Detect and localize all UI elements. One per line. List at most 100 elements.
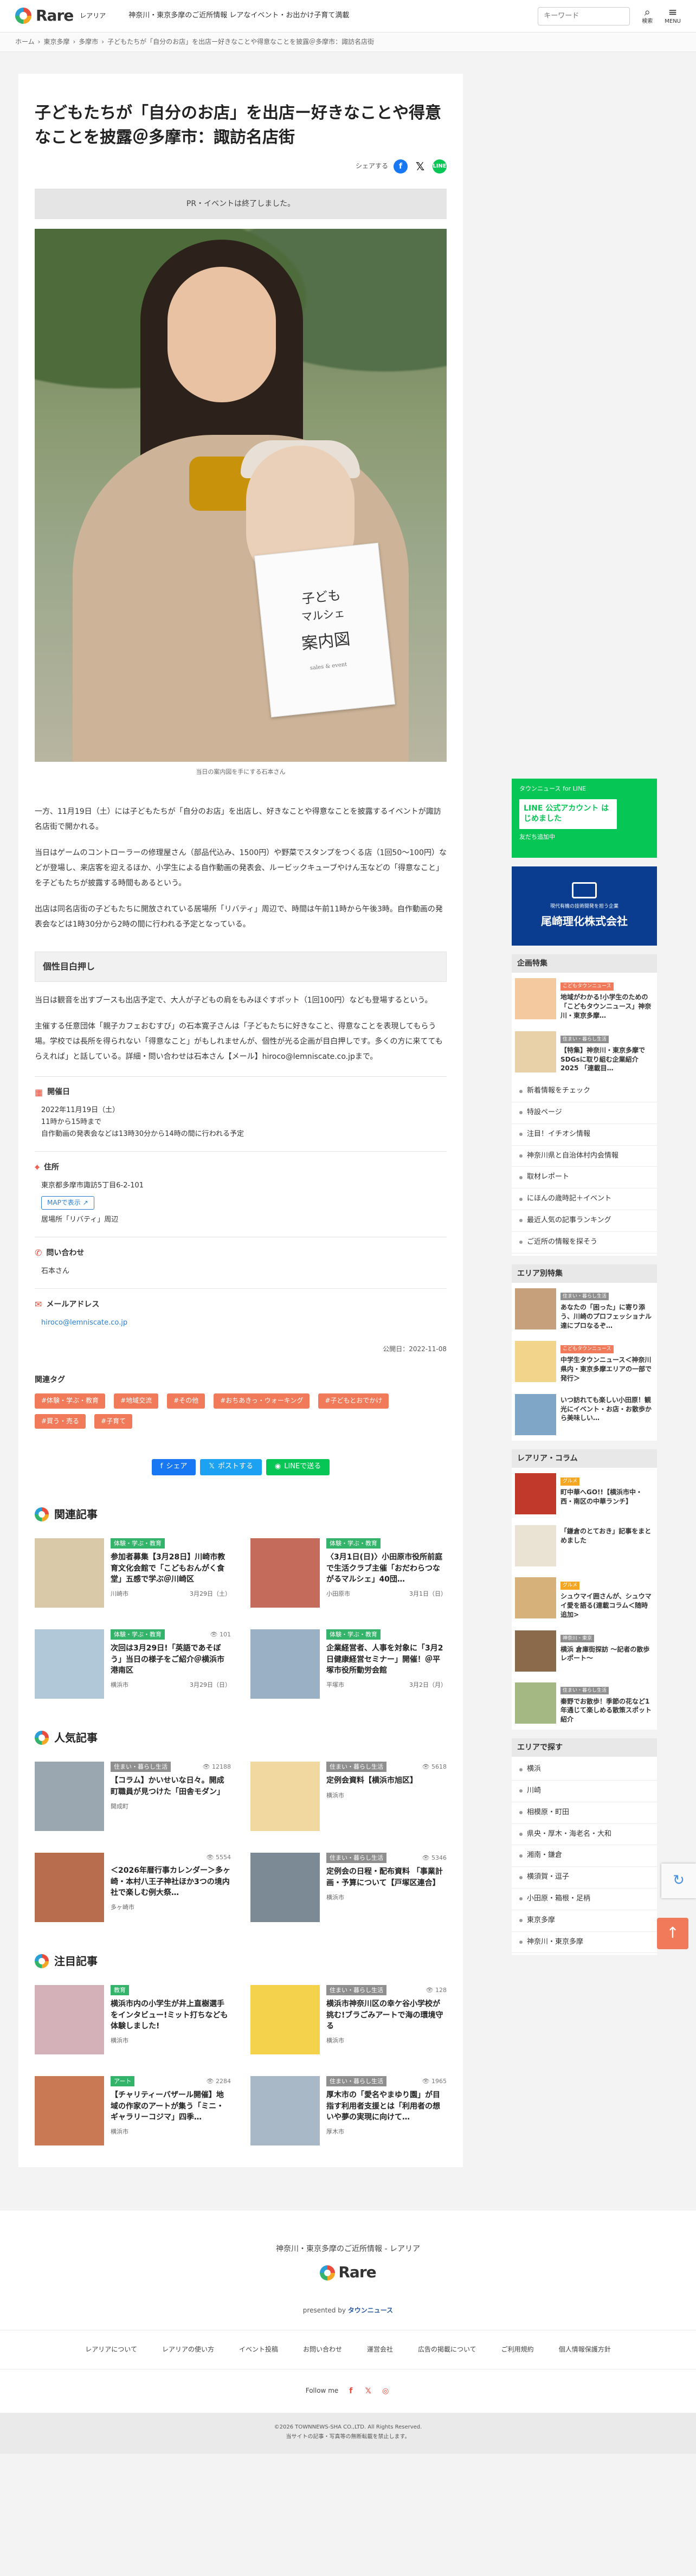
instagram-icon[interactable]: ◎ — [381, 2386, 390, 2396]
sidebar-column-item[interactable]: グルメ 町中華へGO!!【横浜市中・西・南区の中華ランチ】 — [512, 1468, 657, 1520]
sidebar-area-link[interactable]: 小田原・箱根・足柄 — [512, 1888, 657, 1910]
sidebar-area-feature-item-body: こどもタウンニュース 中学生タウンニュース＜神奈川県内・東京多摩エリアの一部で発行… — [560, 1341, 654, 1383]
sidebar-column-item[interactable]: 神奈川・東京 横浜 倉庫街探訪 ～記者の散歩レポート～ — [512, 1625, 657, 1677]
share-label: シェアする — [355, 162, 388, 170]
sidebar-area-feature-item-title: 中学生タウンニュース＜神奈川県内・東京多摩エリアの一部で発行＞ — [560, 1356, 652, 1382]
tag[interactable]: #体験・学ぶ・教育 — [35, 1393, 106, 1409]
related-card[interactable]: 体験・学ぶ・教育 👁 101 次回は3月29日!「英語であそぼう」当日の様子をご紹介… — [35, 1629, 231, 1699]
breadcrumb-tokyo-tama[interactable]: 東京多摩 — [43, 37, 69, 47]
footer-nav-link[interactable]: イベント投稿 — [239, 2344, 278, 2355]
line-send-button[interactable]: ◉ LINEで送る — [266, 1459, 330, 1475]
sidebar-area-link[interactable]: 東京多摩 — [512, 1910, 657, 1932]
external-link-icon: ↗ — [82, 1199, 88, 1207]
sidebar-area-link[interactable]: 相模原・町田 — [512, 1802, 657, 1824]
sidebar-link[interactable]: 新着情報をチェック — [512, 1081, 657, 1102]
footer-nav-link[interactable]: レアリアの使い方 — [162, 2344, 214, 2355]
footer-nav-link[interactable]: 個人情報保護方針 — [559, 2344, 611, 2355]
sidebar-feature-item[interactable]: こどもタウンニュース 地域がわかる!小学生のための「こどもタウンニュース」神奈川・… — [512, 973, 657, 1025]
sidebar-area-link[interactable]: 横浜 — [512, 1759, 657, 1781]
x-icon[interactable]: 𝕏 — [363, 2386, 373, 2396]
sidebar-link[interactable]: にほんの歳時記＋イベント — [512, 1189, 657, 1210]
sidebar-link[interactable]: 注目！イチオシ情報 — [512, 1124, 657, 1146]
tag[interactable]: #子どもとおでかけ — [318, 1393, 389, 1409]
footer-nav-link[interactable]: レアリアについて — [85, 2344, 137, 2355]
footer-logo[interactable]: Rare — [0, 2260, 696, 2285]
sidebar-area-feature-item[interactable]: こどもタウンニュース 中学生タウンニュース＜神奈川県内・東京多摩エリアの一部で発行… — [512, 1335, 657, 1388]
featured-thumbnail — [250, 1984, 320, 2054]
tag[interactable]: #地域交流 — [114, 1393, 159, 1409]
popular-card[interactable]: 住まい・暮らし生活 👁 5618 定例会資料【横浜市旭区】 横浜市 — [250, 1761, 447, 1831]
sidebar-area-link[interactable]: 神奈川・東京多摩 — [512, 1932, 657, 1954]
view-count: 👁 2284 — [206, 2077, 231, 2085]
featured-card[interactable]: 住まい・暮らし生活 👁 1965 厚木市の「愛名やまゆり園」が目指す利用者支援とは「… — [250, 2076, 447, 2145]
x-share-icon[interactable]: 𝕏 — [413, 159, 427, 174]
sidebar-area-feature-item[interactable]: いつ訪れても楽しい小田原！観光にイベント・お店・お散歩から美味しい… — [512, 1389, 657, 1441]
footer-nav-link[interactable]: 運営会社 — [367, 2344, 393, 2355]
breadcrumb-home[interactable]: ホーム — [15, 37, 35, 47]
popular-thumbnail — [35, 1761, 104, 1831]
search-input[interactable] — [538, 7, 630, 25]
sidebar-area-link[interactable]: 湘南・鎌倉 — [512, 1845, 657, 1867]
tag[interactable]: #おちあきっ・ウォーキング — [214, 1393, 310, 1409]
popular-card[interactable]: 住まい・暮らし生活 👁 12188 【コラム】かいせいな日々。開成町職員が見つけた「… — [35, 1761, 231, 1831]
popular-card[interactable]: 住まい・暮らし生活 👁 5346 定例会の日程・配布資料 「事業計画・予算について【… — [250, 1852, 447, 1922]
menu-button[interactable]: ≡ MENU — [665, 7, 681, 26]
map-button[interactable]: MAPで表示 ↗ — [41, 1196, 94, 1210]
featured-heading: 注目記事 — [54, 1954, 98, 1968]
featured-card[interactable]: 教育 横浜市内の小学生が井上直樹選手をインタビュー!ミット打ちなども体験しました!… — [35, 1984, 231, 2054]
sidebar-area-link[interactable]: 県央・厚木・海老名・大和 — [512, 1824, 657, 1846]
footer-nav-link[interactable]: 広告の掲載について — [418, 2344, 476, 2355]
sidebar-link[interactable]: 最近人気の記事ランキング — [512, 1210, 657, 1232]
related-card[interactable]: 体験・学ぶ・教育 〈3月1日(日)〉小田原市役所前庭で生活クラブ主催「おだわらつな… — [250, 1538, 447, 1608]
sidebar-area-link[interactable]: 川崎 — [512, 1781, 657, 1802]
mail-link[interactable]: hiroco@lemniscate.co.jp — [41, 1319, 127, 1327]
sidebar-link[interactable]: ご近所の情報を探そう — [512, 1232, 657, 1254]
recaptcha-badge[interactable]: ↻ — [661, 1863, 696, 1898]
bullet-icon — [519, 1768, 523, 1771]
related-card-title: 〈3月1日(日)〉小田原市役所前庭で生活クラブ主催「おだわらつながるマルシェ」4… — [326, 1553, 443, 1584]
info-mail: ✉ メールアドレス hiroco@lemniscate.co.jp — [35, 1288, 447, 1340]
section-heading: 個性目白押し — [35, 951, 447, 982]
sidebar-link[interactable]: 特設ページ — [512, 1102, 657, 1124]
featured-card[interactable]: 住まい・暮らし生活 👁 128 横浜市神奈川区の幸ケ谷小学校が挑む!ブラごみアートで… — [250, 1984, 447, 2054]
search-button[interactable]: ⌕ 検索 — [642, 7, 653, 26]
view-count: 👁 5554 — [206, 1853, 231, 1861]
related-heading: 関連記事 — [54, 1507, 98, 1521]
article-main: 子どもたちが「自分のお店」を出店ー好きなことや得意なことを披露＠多摩市：諏訪名店… — [18, 74, 463, 2167]
line-share-icon[interactable]: LINE — [433, 159, 447, 174]
footer-nav-link[interactable]: お問い合わせ — [303, 2344, 342, 2355]
ozaki-ad-sub: 現代有機の技術開発を担う企業 — [550, 903, 618, 909]
x-post-button[interactable]: 𝕏 ポストする — [200, 1459, 262, 1475]
tag[interactable]: #買う・売る — [35, 1414, 86, 1429]
popular-card[interactable]: 👁 5554 ＜2026年暦行事カレンダー＞多ヶ崎・本村八王子神社ほか3つの境内社… — [35, 1852, 231, 1922]
sidebar-column-item[interactable]: 住まい・暮らし生活 秦野でお散歩！季節の花など1年通じて楽しめる散策スポット紹介 — [512, 1677, 657, 1730]
facebook-share-label: シェア — [166, 1462, 188, 1471]
footer-nav-link[interactable]: ご利用規約 — [501, 2344, 534, 2355]
sidebar-column-item[interactable]: グルメ シュウマイ囲さんが、シュウマイ愛を語る(連載コラム＜随時追加> — [512, 1572, 657, 1624]
sidebar-link[interactable]: 取材レポート — [512, 1167, 657, 1189]
sidebar-column-item[interactable]: 「鎌倉のとておき」記事をまとめました — [512, 1520, 657, 1572]
sidebar-column-item-title: 町中華へGO!!【横浜市中・西・南区の中華ランチ】 — [560, 1488, 642, 1505]
breadcrumb-tama-city[interactable]: 多摩市 — [79, 37, 98, 47]
site-logo[interactable]: Rare レアリア — [15, 4, 106, 28]
featured-card-footer: 横浜市 — [111, 2036, 231, 2046]
related-card[interactable]: 体験・学ぶ・教育 企業経営者、人事を対象に「3月2日健康経営セミナー」開催！＠平塚… — [250, 1629, 447, 1699]
sidebar-feature-item[interactable]: 住まい・暮らし生活 【特集】神奈川・東京多摩でSDGsに取り組む企業紹介2025 … — [512, 1026, 657, 1078]
sidebar-area-link[interactable]: 横須賀・逗子 — [512, 1867, 657, 1889]
article-paragraph: 当日はゲームのコントローラーの修理屋さん（部品代込み、1500円）や野菜でスタン… — [35, 848, 447, 888]
facebook-share-button[interactable]: f シェア — [151, 1459, 196, 1475]
facebook-icon[interactable]: f — [346, 2386, 356, 2396]
sidebar-link[interactable]: 神奈川県と自治体村内会情報 — [512, 1146, 657, 1167]
bullet-icon — [519, 1833, 523, 1836]
tag[interactable]: #子育て — [94, 1414, 133, 1429]
facebook-share-icon[interactable]: f — [394, 159, 408, 174]
sidebar-area-feature-item[interactable]: 住まい・暮らし生活 あなたの「困った」に寄り添う、川崎のプロフェッショナル達にプロ… — [512, 1283, 657, 1335]
featured-card[interactable]: アート 👁 2284 【チャリティーバザール開催】地域の作家のアートが集う「ミニ・ギ… — [35, 2076, 231, 2145]
ozaki-ad-banner[interactable]: 現代有機の技術開発を担う企業 尾崎理化株式会社 — [512, 866, 657, 946]
tag[interactable]: #その他 — [167, 1393, 205, 1409]
related-card[interactable]: 体験・学ぶ・教育 参加者募集【3月28日】川崎市教育文化会館で「こどもおんがく食堂… — [35, 1538, 231, 1608]
category-badge: アート — [111, 2076, 135, 2087]
line-ad-banner[interactable]: タウンニュース for LINE LINE 公式アカウント はじめました 友だち… — [512, 779, 657, 858]
sidebar-column-item-body: 住まい・暮らし生活 秦野でお散歩！季節の花など1年通じて楽しめる散策スポット紹介 — [560, 1682, 654, 1724]
back-to-top-button[interactable]: ↑ — [657, 1917, 688, 1949]
